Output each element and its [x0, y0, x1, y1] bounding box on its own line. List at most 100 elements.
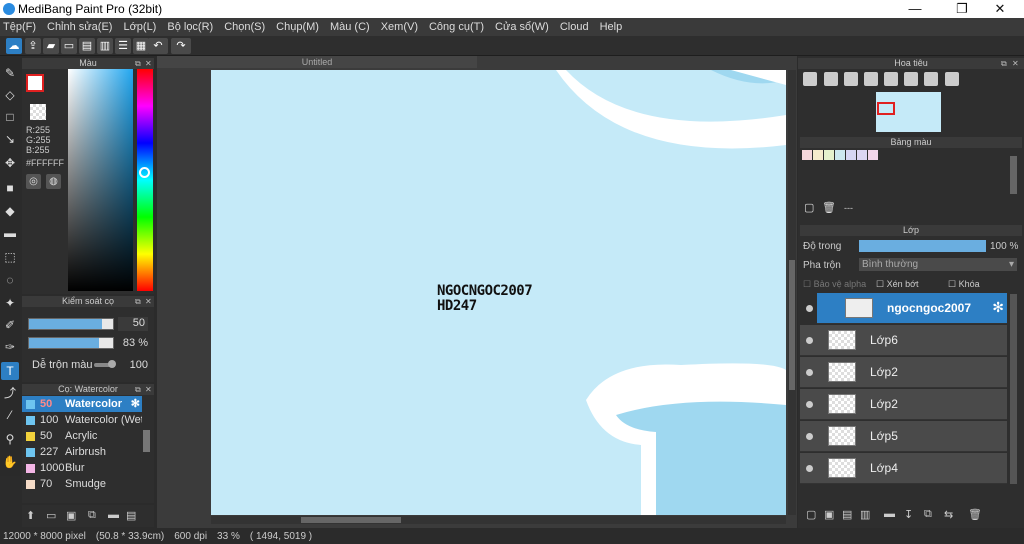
upload-icon[interactable]: ⇪ [25, 38, 41, 54]
navigator-thumbnail[interactable] [876, 92, 941, 132]
fit-icon[interactable] [844, 72, 858, 86]
zoom-in-alt-icon[interactable] [824, 72, 838, 86]
brush-list-item[interactable]: 100 Watercolor (Wet) [22, 412, 142, 428]
zoom-out-icon[interactable] [864, 72, 878, 86]
vertical-scrollbar[interactable] [788, 70, 796, 515]
add-brush-icon[interactable]: ⬆ [26, 509, 35, 522]
brush-opacity-slider[interactable] [28, 337, 114, 349]
fill-rect-tool-icon[interactable]: ■ [1, 179, 19, 197]
palette-swatch[interactable] [835, 150, 845, 160]
menu-filter[interactable]: Bộ lọc(R) [167, 21, 213, 33]
document-icon[interactable]: ▤ [79, 38, 95, 54]
list-icon[interactable]: ☰ [115, 38, 131, 54]
hue-slider[interactable] [137, 69, 153, 291]
page-icon[interactable]: ▥ [97, 38, 113, 54]
brush-list-item[interactable]: 50 Watercolor ✻ [22, 396, 142, 412]
new-brush-icon[interactable]: ▭ [46, 509, 56, 522]
palette-settings-icon[interactable]: ◍ [46, 174, 61, 189]
menu-window[interactable]: Cửa sổ(W) [495, 21, 549, 33]
folder-icon[interactable]: ▬ [108, 509, 119, 521]
blend-select[interactable]: Bình thường ▾ [859, 258, 1017, 271]
comment-icon[interactable]: ▭ [61, 38, 77, 54]
actual-size-icon[interactable] [904, 72, 918, 86]
visibility-icon[interactable] [806, 401, 813, 408]
layer-scrollbar[interactable] [1010, 294, 1017, 484]
zoom-in-icon[interactable] [803, 72, 817, 86]
menu-capture[interactable]: Chụp(M) [276, 21, 319, 33]
panel-close-icon[interactable]: ✕ [1012, 58, 1019, 69]
layer-row[interactable]: Lớp4 [800, 453, 1007, 484]
float-icon[interactable]: ⧉ [135, 296, 141, 307]
brush-list-item[interactable]: 227 Airbrush [22, 444, 142, 460]
duplicate-layer-icon[interactable]: ⧉ [924, 508, 932, 521]
palette-swatch[interactable] [868, 150, 878, 160]
select-pen-icon[interactable]: ✐ [1, 316, 19, 334]
maximize-button[interactable]: ❐ [947, 0, 977, 18]
brush-tool-icon[interactable]: ✎ [1, 64, 19, 82]
palette-scrollbar[interactable] [1010, 156, 1017, 194]
lock-checkbox[interactable]: ☐ Khóa [948, 279, 980, 290]
brush-list-item[interactable]: 1000 Blur [22, 460, 142, 476]
menu-cloud[interactable]: Cloud [560, 21, 589, 33]
palette-icon[interactable]: ◎ [26, 174, 41, 189]
eyedropper-icon[interactable]: ⚲ [1, 430, 19, 448]
palette-swatch[interactable] [857, 150, 867, 160]
hand-tool-icon[interactable]: ✋ [1, 453, 19, 471]
gradient-tool-icon[interactable]: ▬ [1, 224, 19, 242]
shape-tool-icon[interactable]: □ [1, 108, 19, 126]
redo-icon[interactable]: ↷ [171, 38, 191, 54]
delete-palette-icon[interactable]: 🗑 [822, 201, 836, 214]
undo-icon[interactable]: ↶ [148, 38, 168, 54]
operation-tool-icon[interactable]: ⤴ [1, 384, 19, 402]
visibility-icon[interactable] [806, 305, 813, 312]
brush-list-item[interactable]: 50 Acrylic [22, 428, 142, 444]
visibility-icon[interactable] [806, 433, 813, 440]
select-rect-icon[interactable]: ⬚ [1, 248, 19, 266]
move-down-icon[interactable]: ↧ [904, 508, 913, 521]
brush-list-scrollbar[interactable] [143, 430, 150, 452]
panel-close-icon[interactable]: ✕ [145, 296, 152, 307]
line-tool-icon[interactable]: ↘ [1, 130, 19, 148]
palette-swatch[interactable] [813, 150, 823, 160]
new-layer-icon[interactable]: ▢ [806, 508, 816, 521]
hue-handle[interactable] [139, 167, 150, 178]
layer-row[interactable]: Lớp2 [800, 357, 1007, 388]
select-eraser-icon[interactable]: ✑ [1, 338, 19, 356]
palette-swatch[interactable] [802, 150, 812, 160]
folder-icon[interactable]: ▬ [884, 508, 895, 520]
eraser-tool-icon[interactable]: ◇ [1, 86, 19, 104]
visibility-icon[interactable] [806, 337, 813, 344]
foreground-color-swatch[interactable] [26, 74, 44, 92]
menu-file[interactable]: Tệp(F) [3, 21, 36, 33]
layer-menu-icon[interactable]: ▥ [860, 508, 870, 521]
lasso-icon[interactable]: ◌ [1, 271, 19, 289]
grid-icon[interactable]: ▦ [133, 38, 149, 54]
clipping-checkbox[interactable]: ☐ Xén bớt [876, 279, 919, 290]
layer-row[interactable]: Lớp2 [800, 389, 1007, 420]
canvas-text[interactable]: NGOCNGOC2007 HD247 [437, 284, 533, 314]
rotate-right-icon[interactable] [924, 72, 938, 86]
saturation-value-picker[interactable] [68, 69, 133, 291]
menu-help[interactable]: Help [600, 21, 623, 33]
delete-layer-icon[interactable]: 🗑 [968, 508, 982, 521]
text-tool-icon[interactable]: T [1, 362, 19, 380]
minimize-button[interactable]: — [900, 0, 930, 18]
float-icon[interactable]: ⧉ [135, 58, 141, 69]
new-layer-8bit-icon[interactable]: ▣ [824, 508, 834, 521]
panel-close-icon[interactable]: ✕ [145, 58, 152, 69]
mix-slider[interactable] [94, 360, 116, 368]
menu-select[interactable]: Chọn(S) [224, 21, 265, 33]
rotate-left-icon[interactable] [884, 72, 898, 86]
new-layer-1bit-icon[interactable]: ▤ [842, 508, 852, 521]
float-icon[interactable]: ⧉ [1001, 58, 1007, 69]
visibility-icon[interactable] [806, 369, 813, 376]
panel-close-icon[interactable]: ✕ [145, 384, 152, 395]
menu-tools[interactable]: Công cụ(T) [429, 21, 484, 33]
duplicate-brush-icon[interactable]: ⧉ [88, 509, 96, 522]
alpha-protect-checkbox[interactable]: ☐ Bảo vệ alpha [803, 279, 866, 290]
menu-view[interactable]: Xem(V) [381, 21, 418, 33]
visibility-icon[interactable] [806, 465, 813, 472]
flip-icon[interactable] [945, 72, 959, 86]
menu-color[interactable]: Màu (C) [330, 21, 370, 33]
close-button[interactable]: ✕ [985, 0, 1015, 18]
